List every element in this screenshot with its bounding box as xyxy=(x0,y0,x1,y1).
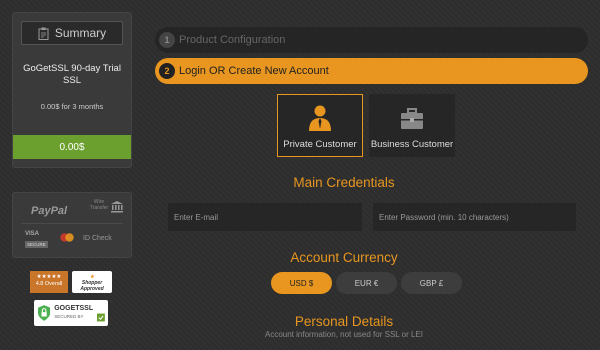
briefcase-icon xyxy=(401,108,423,129)
divider xyxy=(21,223,123,224)
rating-badge[interactable]: ★★★★★ 4.8 Overall xyxy=(30,271,68,293)
personal-details-heading: Personal Details xyxy=(294,314,394,329)
person-icon xyxy=(309,105,331,131)
step-number: 1 xyxy=(159,32,175,48)
main-credentials-heading: Main Credentials xyxy=(293,175,395,190)
price-line: 0.00$ for 3 months xyxy=(40,102,104,111)
account-currency-heading: Account Currency xyxy=(290,250,398,265)
currency-selector: USD $ EUR € GBP £ xyxy=(271,272,462,294)
currency-usd-button[interactable]: USD $ xyxy=(271,272,332,294)
shield-lock-icon xyxy=(38,305,51,321)
total-price: 0.00$ xyxy=(13,135,131,159)
check-icon xyxy=(97,313,105,321)
paypal-logo: PayPal xyxy=(31,205,68,217)
rating-text: 4.8 Overall xyxy=(35,281,63,287)
step-login-create-account[interactable]: 2 Login OR Create New Account xyxy=(155,58,588,84)
email-input[interactable] xyxy=(168,203,362,231)
password-input[interactable] xyxy=(373,203,576,231)
step-product-configuration[interactable]: 1 Product Configuration xyxy=(155,27,588,53)
business-customer-label: Business Customer xyxy=(370,139,454,150)
left-sidebar: Summary GoGetSSL 90-day Trial SSL 0.00$ … xyxy=(12,12,132,258)
currency-eur-button[interactable]: EUR € xyxy=(336,272,397,294)
main-content: 1 Product Configuration 2 Login OR Creat… xyxy=(155,27,588,89)
gogetssl-label: GOGETSSL xyxy=(54,305,94,312)
product-name: GoGetSSL 90-day Trial SSL xyxy=(23,63,121,86)
visa-logo: VISA xyxy=(25,231,40,237)
personal-details-note: Account information, not used for SSL or… xyxy=(264,330,423,339)
id-check-label: ID Check xyxy=(83,235,112,242)
private-customer-label: Private Customer xyxy=(283,139,357,150)
bank-icon xyxy=(111,201,123,213)
summary-title: Summary xyxy=(54,26,107,40)
payment-methods-panel: PayPal Wire Transfer VISA SECURE ID Chec… xyxy=(12,192,132,258)
visa-secure-label: SECURE xyxy=(25,241,48,248)
summary-panel: Summary GoGetSSL 90-day Trial SSL 0.00$ … xyxy=(12,12,132,168)
summary-header: Summary xyxy=(21,21,123,45)
secured-by-label: SECURED BY xyxy=(54,314,84,319)
shopper-approved-text: Shopper Approved xyxy=(80,280,104,292)
wire-transfer-label: Wire Transfer xyxy=(89,199,109,211)
rating-stars: ★★★★★ xyxy=(36,274,62,280)
shopper-approved-badge[interactable]: ★ Shopper Approved xyxy=(72,271,112,293)
private-customer-button[interactable]: Private Customer xyxy=(277,94,363,157)
step-label: Login OR Create New Account xyxy=(179,65,329,77)
business-customer-button[interactable]: Business Customer xyxy=(369,94,455,157)
currency-gbp-button[interactable]: GBP £ xyxy=(401,272,462,294)
step-label: Product Configuration xyxy=(179,34,286,46)
gogetssl-secured-badge[interactable]: GOGETSSL SECURED BY xyxy=(34,300,108,326)
step-number: 2 xyxy=(159,63,175,79)
mastercard-icon xyxy=(60,233,74,242)
customer-type-selector: Private Customer Business Customer xyxy=(277,94,455,157)
clipboard-icon xyxy=(38,27,49,40)
